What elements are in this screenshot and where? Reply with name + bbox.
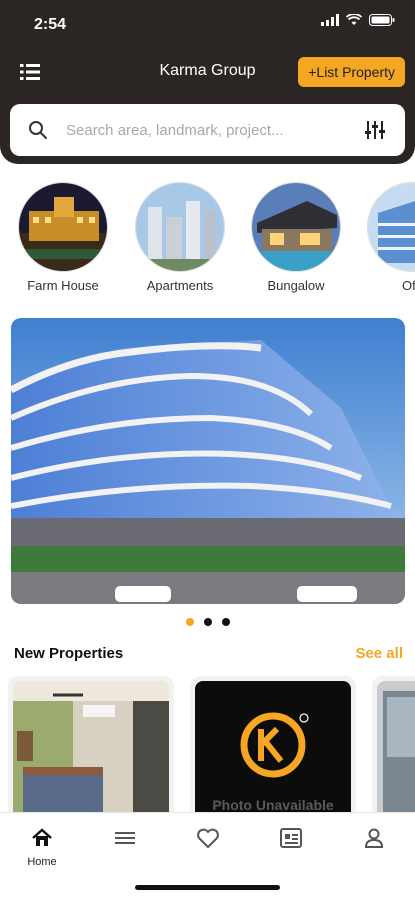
bungalow-image [251,182,341,272]
home-icon [32,828,52,846]
profile-icon [364,828,384,848]
status-time: 2:54 [34,16,67,33]
office-image [367,182,415,272]
category-label: Apartments [146,278,214,293]
category-row[interactable]: Farm House Apartments Bungalow Of [0,182,415,294]
new-properties-title: New Properties [14,645,124,662]
nav-profile[interactable] [349,827,399,854]
menu-icon [115,832,135,844]
property-card[interactable] [8,676,174,816]
category-label: Farm House [27,278,99,293]
list-property-button[interactable]: +List Property [298,57,405,87]
banner-building-image [11,318,405,604]
farm-house-image [18,182,108,272]
filter-icon[interactable] [363,118,387,142]
photo-unavailable-placeholder: Photo Unavailable [195,681,351,816]
property-photo [377,681,415,816]
category-label: Bungalow [267,278,325,293]
carousel-dots [0,618,415,626]
category-label: Offi [402,278,415,293]
category-farm-house[interactable]: Farm House [9,182,117,293]
nav-home-label: Home [27,856,57,868]
battery-icon [369,14,395,26]
top-bar: 2:54 Karma Group +List Property Search a… [0,0,415,164]
listing-icon [280,828,302,848]
status-icons [321,14,395,26]
new-properties-list[interactable]: Photo Unavailable [0,676,415,816]
search-icon [29,121,47,139]
nav-listings[interactable] [266,827,316,854]
home-indicator [135,885,280,890]
property-photo [13,681,169,816]
search-bar[interactable]: Search area, landmark, project... [10,104,405,156]
nav-home[interactable]: Home [17,827,67,868]
featured-banner[interactable] [11,318,405,604]
wifi-icon [346,14,362,25]
nav-favorites[interactable] [183,827,233,854]
nav-menu[interactable] [100,827,150,854]
karma-logo-icon [240,712,309,778]
heart-icon [197,828,219,848]
photo-unavailable-text: Photo Unavailable [212,797,334,813]
apartments-image [135,182,225,272]
category-bungalow[interactable]: Bungalow [242,182,350,293]
carousel-dot[interactable] [203,618,212,626]
search-input[interactable]: Search area, landmark, project... [66,122,363,139]
property-card[interactable] [372,676,415,816]
see-all-link[interactable]: See all [355,645,403,662]
category-office[interactable]: Offi [358,182,415,293]
property-card[interactable]: Photo Unavailable [190,676,356,816]
carousel-dot-active[interactable] [185,618,194,626]
carousel-dot[interactable] [221,618,230,626]
signal-icon [321,14,339,26]
category-apartments[interactable]: Apartments [126,182,234,293]
